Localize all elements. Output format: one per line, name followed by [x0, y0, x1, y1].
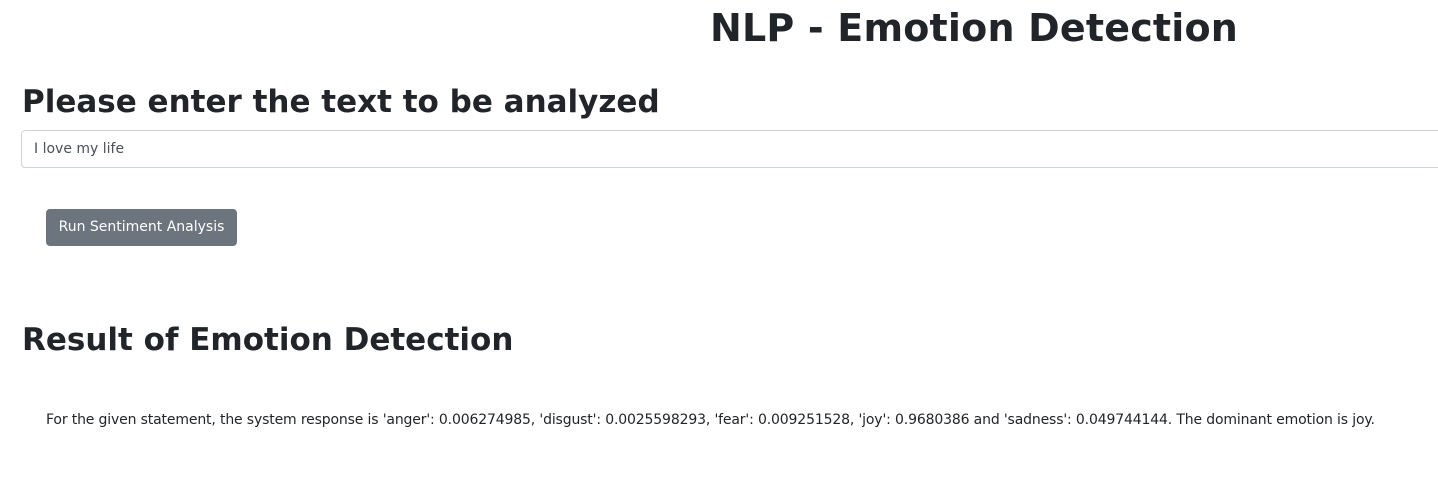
result-text: For the given statement, the system resp… [46, 412, 1375, 428]
text-to-analyze-input[interactable] [21, 130, 1438, 168]
input-heading: Please enter the text to be analyzed [22, 84, 660, 120]
result-heading: Result of Emotion Detection [22, 322, 514, 358]
run-sentiment-analysis-button[interactable]: Run Sentiment Analysis [46, 209, 237, 246]
page-title: NLP - Emotion Detection [710, 6, 1239, 50]
